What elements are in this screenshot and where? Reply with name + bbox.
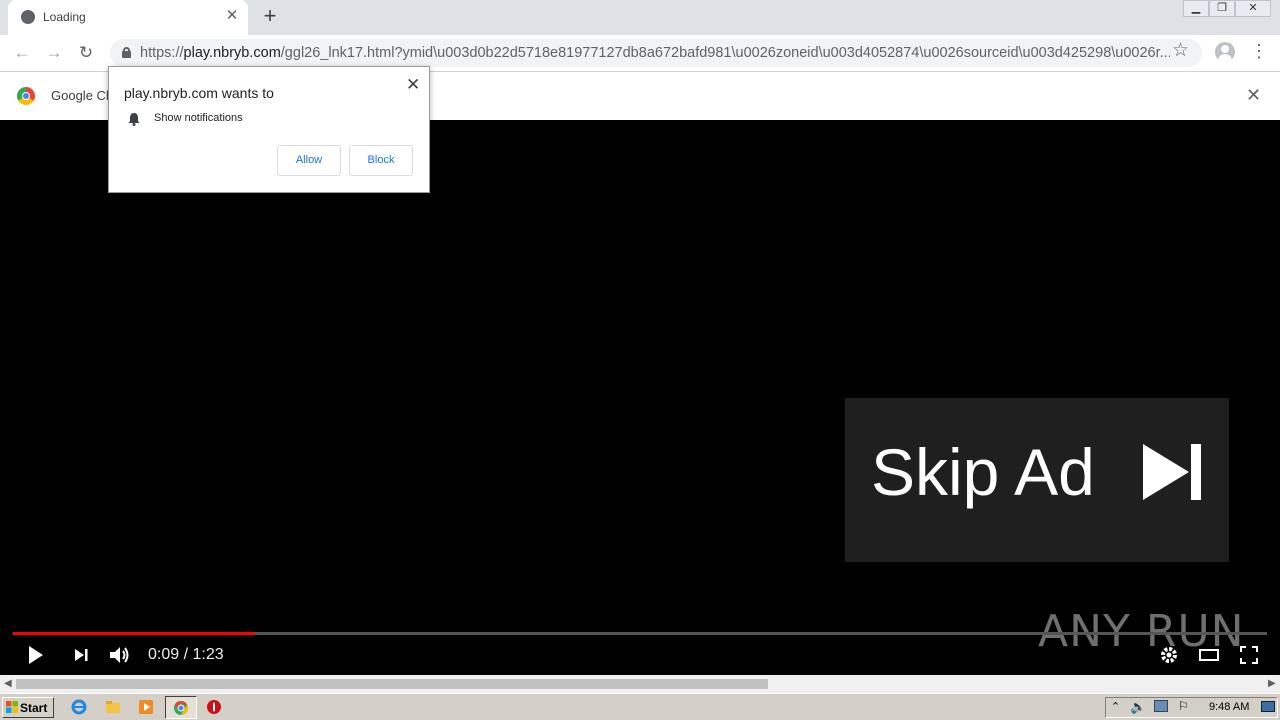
progress-fill bbox=[13, 632, 256, 635]
scroll-right-icon[interactable]: ▶ bbox=[1268, 678, 1276, 689]
explorer-folder-icon[interactable] bbox=[105, 699, 121, 715]
media-player-icon[interactable] bbox=[138, 699, 154, 715]
tab-strip: Loading ✕ + ▁ ❐ ✕ bbox=[0, 0, 1280, 35]
video-player[interactable]: Skip Ad ANY RUN 0:09 / 1:23 bbox=[0, 120, 1280, 675]
profile-icon[interactable] bbox=[1215, 42, 1235, 62]
windows-flag-icon bbox=[6, 701, 18, 713]
tab-close-icon[interactable]: ✕ bbox=[224, 8, 240, 24]
url-path: /ggl26_lnk17.html?ymid\u003d0b22d5718e81… bbox=[280, 45, 1170, 61]
notification-permission-popup: play.nbryb.com wants to ✕ Show notificat… bbox=[108, 66, 430, 193]
url-text[interactable]: https://play.nbryb.com/ggl26_lnk17.html?… bbox=[140, 45, 1170, 61]
time-display: 0:09 / 1:23 bbox=[148, 646, 224, 663]
forward-icon[interactable]: → bbox=[42, 41, 66, 65]
chrome-logo-icon bbox=[17, 87, 35, 105]
skip-ad-button[interactable]: Skip Ad bbox=[845, 398, 1229, 562]
opera-icon[interactable] bbox=[206, 699, 222, 715]
block-button[interactable]: Block bbox=[349, 145, 413, 176]
taskbar: Start ⌃ 🔈 ⚐ 9:48 AM bbox=[0, 693, 1280, 720]
popup-close-icon[interactable]: ✕ bbox=[406, 75, 420, 95]
theater-icon[interactable] bbox=[1198, 644, 1220, 666]
chrome-taskbar-icon bbox=[174, 701, 188, 715]
clock[interactable]: 9:48 AM bbox=[1209, 701, 1249, 713]
scroll-left-icon[interactable]: ◀ bbox=[4, 678, 12, 689]
bell-icon bbox=[128, 113, 140, 126]
action-center-flag-icon[interactable]: ⚐ bbox=[1178, 699, 1189, 713]
scrollbar-thumb[interactable] bbox=[16, 679, 768, 689]
minimize-button[interactable]: ▁ bbox=[1183, 0, 1209, 17]
menu-icon[interactable]: ⋮ bbox=[1250, 41, 1268, 62]
restore-button[interactable]: ❐ bbox=[1209, 0, 1235, 17]
address-bar[interactable]: https://play.nbryb.com/ggl26_lnk17.html?… bbox=[110, 39, 1202, 67]
volume-icon[interactable] bbox=[108, 644, 132, 666]
ie-icon[interactable] bbox=[71, 699, 87, 715]
next-icon[interactable] bbox=[70, 644, 92, 666]
progress-bar[interactable] bbox=[13, 632, 1267, 635]
tray-expand-icon[interactable]: ⌃ bbox=[1111, 700, 1120, 713]
start-label: Start bbox=[20, 701, 48, 715]
infobar-close-icon[interactable]: ✕ bbox=[1246, 85, 1261, 106]
tab-title: Loading bbox=[43, 10, 86, 24]
reload-icon[interactable]: ↻ bbox=[74, 41, 98, 65]
start-button[interactable]: Start bbox=[2, 697, 54, 718]
system-tray: ⌃ 🔈 ⚐ 9:48 AM bbox=[1105, 697, 1278, 718]
browser-tab[interactable]: Loading ✕ bbox=[8, 0, 248, 35]
allow-button[interactable]: Allow bbox=[277, 145, 341, 176]
fullscreen-icon[interactable] bbox=[1238, 644, 1260, 666]
globe-icon bbox=[21, 10, 35, 24]
infobar-text: Google Ch bbox=[51, 88, 109, 103]
permission-item: Show notifications bbox=[154, 112, 243, 124]
new-tab-button[interactable]: + bbox=[258, 4, 282, 28]
taskbar-chrome-button[interactable] bbox=[165, 696, 197, 719]
network-icon[interactable] bbox=[1154, 700, 1168, 712]
horizontal-scrollbar[interactable]: ◀ ▶ bbox=[0, 675, 1280, 693]
show-desktop-icon[interactable] bbox=[1261, 701, 1275, 712]
url-scheme: https:// bbox=[140, 45, 184, 61]
url-host: play.nbryb.com bbox=[183, 45, 281, 61]
settings-icon[interactable] bbox=[1158, 644, 1180, 666]
play-icon[interactable] bbox=[25, 644, 47, 666]
popup-title: play.nbryb.com wants to bbox=[124, 85, 274, 101]
skip-next-icon bbox=[1143, 444, 1201, 500]
speaker-icon[interactable]: 🔈 bbox=[1130, 699, 1146, 715]
skip-ad-label: Skip Ad bbox=[871, 435, 1095, 509]
window-close-button[interactable]: ✕ bbox=[1235, 0, 1271, 17]
back-icon[interactable]: ← bbox=[10, 41, 34, 65]
star-icon[interactable]: ☆ bbox=[1172, 39, 1189, 62]
lock-icon[interactable] bbox=[122, 47, 131, 58]
